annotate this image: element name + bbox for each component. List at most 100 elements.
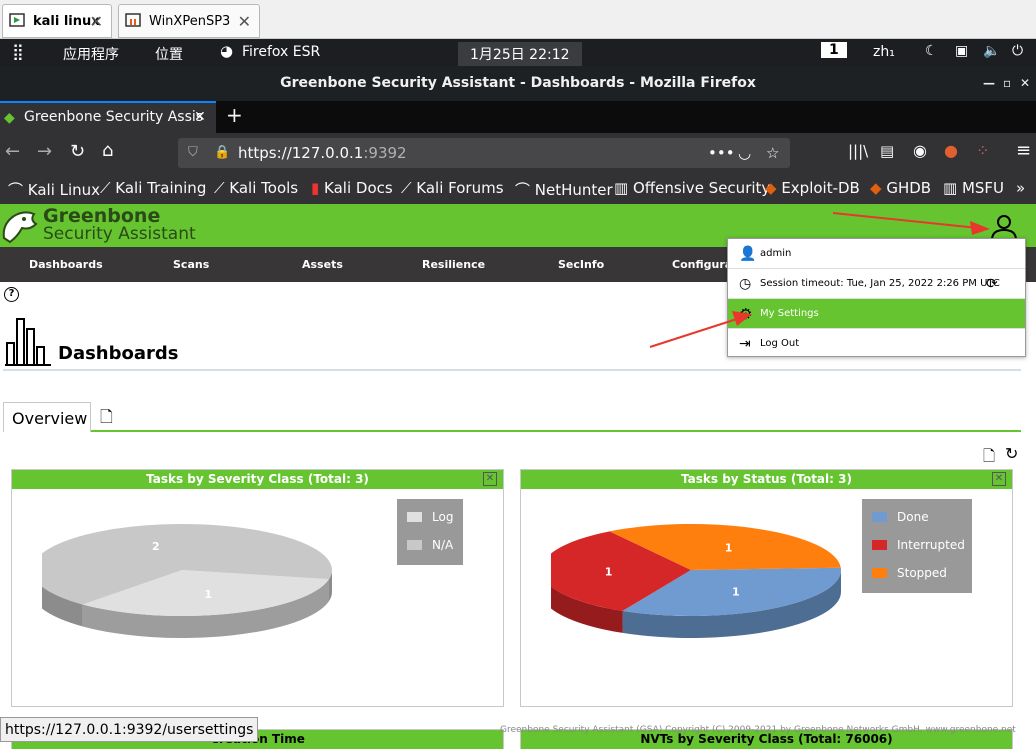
browser-menu[interactable]: Firefox ESR <box>242 44 320 60</box>
bookmark-label: Kali Forums <box>416 179 504 197</box>
page-actions-icon[interactable]: ••• <box>708 138 735 168</box>
bookmark-exploit-db[interactable]: ◆ Exploit-DB <box>765 179 860 197</box>
clock[interactable]: 1月25日 22:12 <box>458 42 582 66</box>
pocket-icon[interactable]: ◡ <box>738 138 751 168</box>
clock-icon: ◷ <box>739 276 752 292</box>
menu-item-user: 👤 admin <box>728 239 1025 269</box>
vm-icon <box>125 13 141 27</box>
home-icon[interactable]: ⌂ <box>102 140 113 161</box>
pie-value-label: 1 <box>732 585 740 598</box>
nav-resilience[interactable]: Resilience <box>422 258 485 271</box>
grid-icon[interactable]: ⣿ <box>12 42 24 61</box>
legend-item: Interrupted <box>872 538 965 552</box>
apps-menu[interactable]: 应用程序 <box>63 44 119 64</box>
places-menu[interactable]: 位置 <box>155 44 183 64</box>
close-window-button[interactable]: ✕ <box>1020 66 1030 100</box>
user-menu: 👤 admin ◷ Session timeout: Tue, Jan 25, … <box>727 238 1026 357</box>
menu-icon[interactable]: ≡ <box>1016 140 1031 161</box>
forward-icon[interactable]: → <box>37 141 52 162</box>
vm-icon <box>9 13 25 27</box>
nav-scans[interactable]: Scans <box>173 258 209 271</box>
account-icon[interactable]: ◉ <box>913 141 927 160</box>
legend-swatch <box>407 512 422 522</box>
minimize-button[interactable]: — <box>983 66 995 100</box>
url-port: :9392 <box>363 144 407 162</box>
bookmark-label: Exploit-DB <box>781 179 860 197</box>
close-icon[interactable]: ✕ <box>992 472 1006 486</box>
window-title: Greenbone Security Assistant - Dashboard… <box>280 75 756 91</box>
menu-item-logout[interactable]: ⇥ Log Out <box>728 329 1025 359</box>
url-bar[interactable]: ⛉ 🔒 https://127.0.0.1:9392 ••• ◡ ☆ <box>178 138 790 168</box>
lock-icon[interactable]: 🔒 <box>214 138 230 168</box>
pie-chart-severity: 12 <box>42 524 332 638</box>
desktop-panel: ⣿ 应用程序 位置 ◕ Firefox ESR 1月25日 22:12 1 zh… <box>0 39 1036 66</box>
new-tab-button[interactable]: + <box>226 103 243 127</box>
power-icon[interactable]: ⏻ <box>1012 43 1023 59</box>
sidebar-icon[interactable]: ▤ <box>880 142 894 160</box>
bookmark-kali-linux[interactable]: ⌒ Kali Linux <box>8 179 100 200</box>
pie-value-label: 1 <box>204 588 212 601</box>
browser-tab-gsa[interactable]: ◆ Greenbone Security Assis ✕ <box>0 101 216 133</box>
nav-dashboards[interactable]: Dashboards <box>29 258 103 271</box>
renew-session-icon[interactable]: ⟳ <box>986 269 998 299</box>
legend-item: Done <box>872 510 929 524</box>
close-tab-icon[interactable]: ✕ <box>194 103 206 132</box>
bookmark-ghdb[interactable]: ◆ GHDB <box>870 179 931 197</box>
bookmark-label: Kali Training <box>115 179 207 197</box>
menu-item-my-settings[interactable]: ⚙ My Settings <box>728 299 1025 329</box>
bookmark-label: Kali Linux <box>27 181 101 199</box>
reload-icon[interactable]: ↻ <box>70 141 85 162</box>
bookmark-msfu[interactable]: ▥ MSFU <box>943 179 1004 197</box>
bookmark-kali-tools[interactable]: ⟋ Kali Tools <box>214 179 298 197</box>
close-icon[interactable]: ✕ <box>90 12 103 31</box>
vm-tab-winxp[interactable]: WinXPenSP3 ✕ <box>118 4 260 38</box>
user-icon[interactable] <box>990 213 1018 241</box>
close-icon[interactable]: ✕ <box>238 12 251 31</box>
url-host: https://127.0.0.1 <box>238 144 364 162</box>
night-mode-icon[interactable]: ☾ <box>925 43 938 59</box>
maximize-button[interactable]: ▫ <box>1003 66 1011 100</box>
extension-icon[interactable]: ● <box>944 141 958 160</box>
tab-overview[interactable]: Overview <box>3 402 91 432</box>
bookmark-offensive-security[interactable]: ▥ Offensive Security <box>614 179 770 197</box>
workspace-indicator[interactable]: 1 <box>821 42 847 58</box>
reset-icon[interactable]: ↻ <box>1005 444 1018 463</box>
bookmark-label: Kali Tools <box>229 179 299 197</box>
bookmark-label: GHDB <box>886 179 932 197</box>
bookmark-kali-docs[interactable]: ▮ Kali Docs <box>311 179 393 197</box>
help-icon[interactable]: ? <box>4 287 19 302</box>
legend-swatch <box>407 540 422 550</box>
nav-assets[interactable]: Assets <box>302 258 343 271</box>
my-settings-label: My Settings <box>760 308 819 319</box>
greenbone-dino-logo-icon <box>2 211 38 244</box>
legend-label: Log <box>432 510 454 524</box>
bookmark-star-icon[interactable]: ☆ <box>766 138 779 168</box>
bookmark-label: NetHunter <box>534 181 613 199</box>
legend-label: N/A <box>432 538 454 552</box>
bookmark-label: Offensive Security <box>632 179 771 197</box>
extension2-icon[interactable]: ⁘ <box>976 141 989 160</box>
new-dashboard-icon[interactable]: 🗋 <box>100 406 113 433</box>
footer-text: Greenbone Security Assistant (GSA) Copyr… <box>500 725 1016 735</box>
legend-label: Done <box>897 510 929 524</box>
input-method[interactable]: zh₁ <box>873 44 895 60</box>
nav-secinfo[interactable]: SecInfo <box>558 258 604 271</box>
library-icon[interactable]: |||\ <box>848 142 868 160</box>
bookmark-nethunter[interactable]: ⌒ NetHunter <box>515 179 613 200</box>
close-icon[interactable]: ✕ <box>483 472 497 486</box>
add-display-icon[interactable]: 🗋 <box>983 446 995 471</box>
back-icon[interactable]: ← <box>5 141 20 162</box>
legend-swatch <box>872 568 887 578</box>
vm-tab-kali[interactable]: kali linux ✕ <box>2 4 112 38</box>
status-url-tooltip: https://127.0.0.1:9392/usersettings <box>0 717 259 742</box>
notification-icon[interactable]: ▣ <box>955 43 968 59</box>
bookmark-kali-training[interactable]: ⟋ Kali Training <box>100 179 206 197</box>
chart-panel-status: Tasks by Status (Total: 3) ✕ 1 1 1 Done In… <box>520 469 1013 707</box>
volume-icon[interactable]: 🔈 <box>983 43 1000 59</box>
bookmark-kali-forums[interactable]: ⟋ Kali Forums <box>401 179 504 197</box>
menu-item-session: ◷ Session timeout: Tue, Jan 25, 2022 2:2… <box>728 269 1025 299</box>
more-bookmarks-icon[interactable]: » <box>1016 179 1025 197</box>
bookmark-label: Kali Docs <box>324 179 393 197</box>
shield-icon[interactable]: ⛉ <box>188 138 198 168</box>
brand-line2: Security Assistant <box>43 224 196 244</box>
